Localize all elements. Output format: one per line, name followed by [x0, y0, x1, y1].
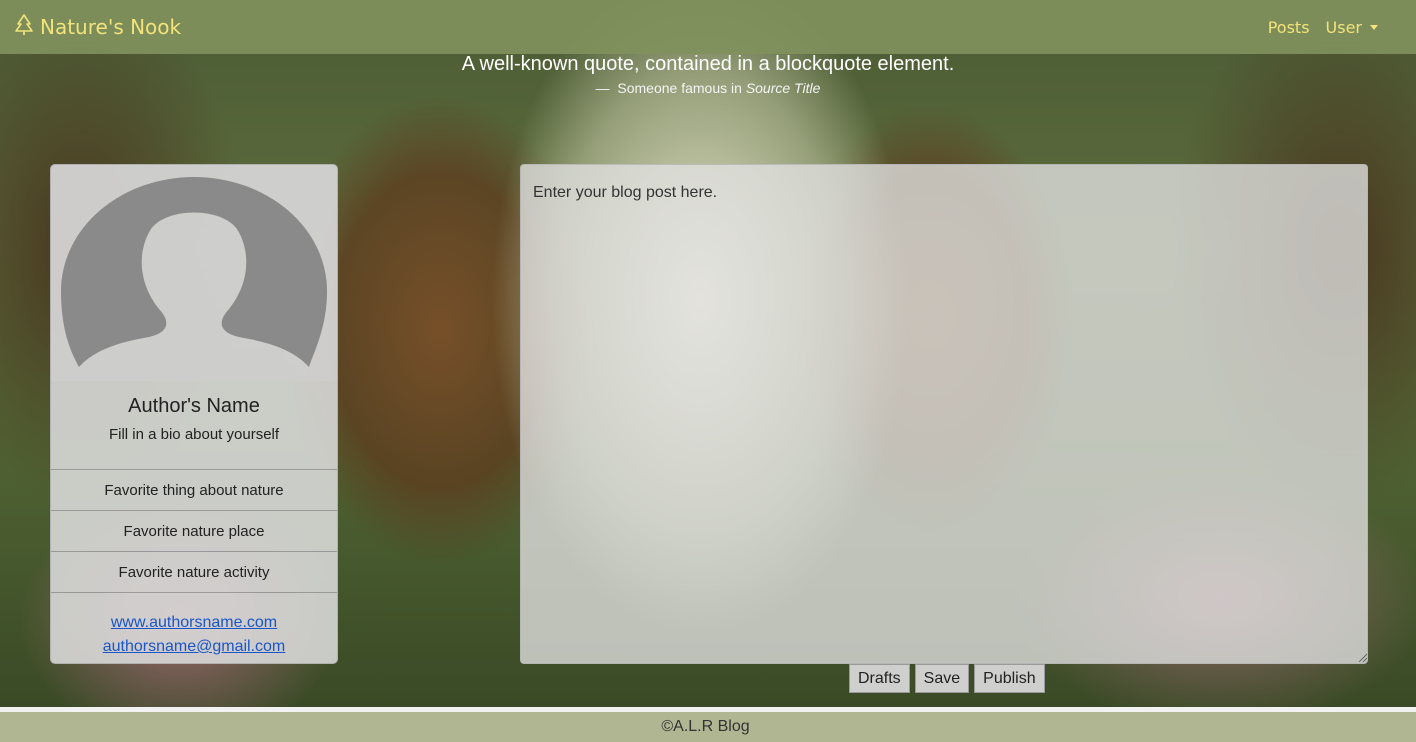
email-link[interactable]: authorsname@gmail.com: [51, 635, 337, 659]
card-body: Author's Name Fill in a bio about yourse…: [51, 381, 337, 469]
navbar: Nature's Nook Posts User: [0, 0, 1416, 54]
author-name: Author's Name: [128, 395, 260, 417]
quote-source-title: Source Title: [745, 80, 821, 96]
brand[interactable]: Nature's Nook: [14, 13, 182, 41]
publish-button[interactable]: Publish: [974, 664, 1045, 693]
nav-user-label: User: [1325, 17, 1362, 37]
nav-posts-link[interactable]: Posts: [1268, 18, 1310, 37]
favorite-place-item: Favorite nature place: [51, 510, 337, 551]
avatar: [51, 165, 337, 381]
blockquote: A well-known quote, contained in a block…: [0, 52, 1416, 96]
tree-icon: [14, 13, 34, 41]
nav-user-dropdown[interactable]: User: [1326, 18, 1378, 37]
quote-text: A well-known quote, contained in a block…: [461, 53, 955, 75]
favorite-activity-item: Favorite nature activity: [51, 551, 337, 592]
profile-card: Author's Name Fill in a bio about yourse…: [50, 164, 338, 664]
blog-post-textarea[interactable]: [520, 164, 1368, 664]
quote-dash: —: [595, 80, 610, 96]
resize-grip-icon[interactable]: [1358, 653, 1367, 662]
quote-source-prefix: Someone famous in: [617, 80, 742, 96]
nav-links: Posts User: [1268, 18, 1378, 37]
author-bio: Fill in a bio about yourself: [108, 426, 280, 443]
footer-text: ©A.L.R Blog: [661, 718, 750, 735]
footer: ©A.L.R Blog: [0, 712, 1416, 742]
website-link[interactable]: www.authorsname.com: [51, 611, 337, 635]
favorite-thing-item: Favorite thing about nature: [51, 469, 337, 510]
drafts-button[interactable]: Drafts: [849, 664, 910, 693]
brand-name: Nature's Nook: [40, 15, 182, 39]
quote-source: — Someone famous in Source Title: [0, 80, 1416, 96]
save-button[interactable]: Save: [914, 664, 970, 693]
profile-links: www.authorsname.com authorsname@gmail.co…: [51, 592, 337, 659]
caret-down-icon: [1370, 24, 1378, 30]
editor-actions: Drafts Save Publish: [849, 664, 1045, 693]
user-silhouette-icon: [61, 177, 327, 367]
